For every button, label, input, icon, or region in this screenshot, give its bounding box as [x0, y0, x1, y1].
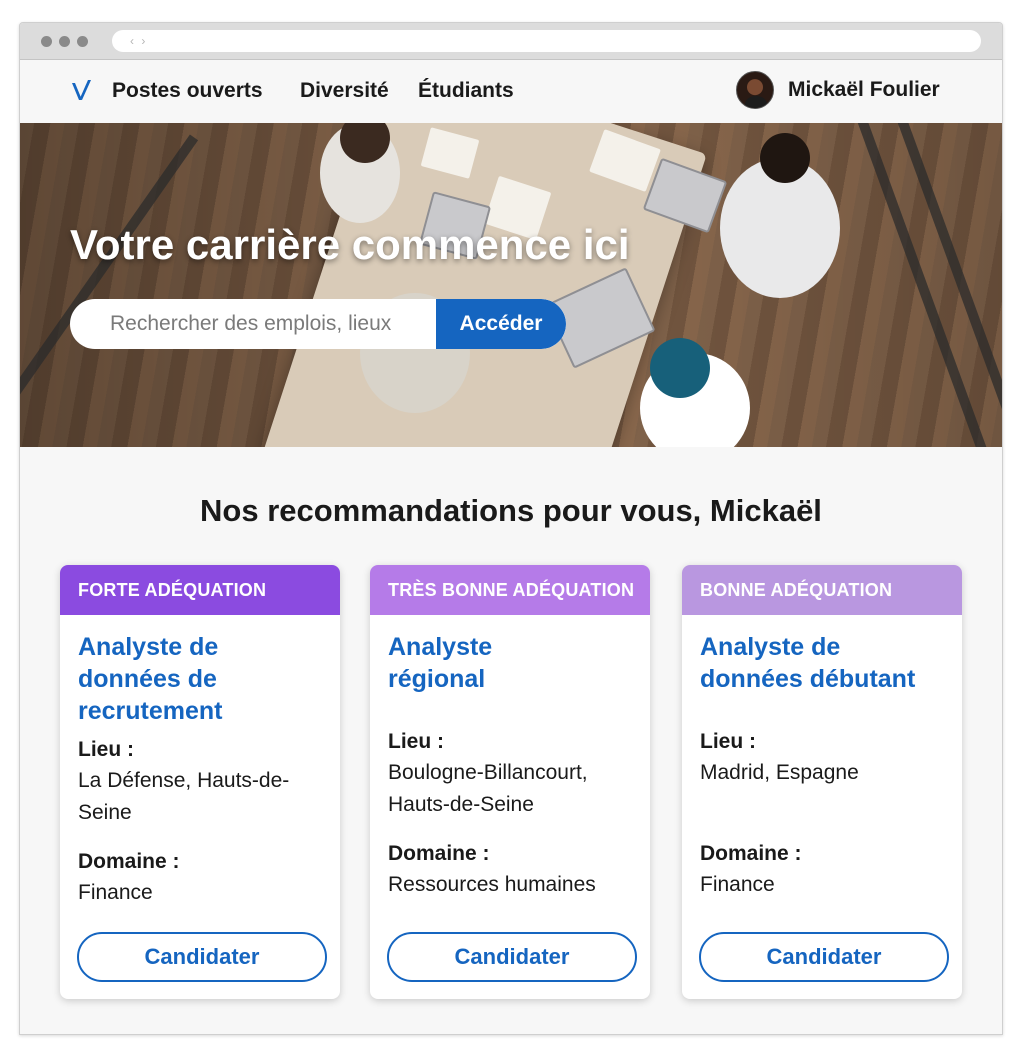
job-title-link[interactable]: Analyste de données de recrutement — [78, 631, 328, 727]
match-badge: TRÈS BONNE ADÉQUATION — [370, 565, 650, 615]
job-domain: Domaine : Finance — [78, 847, 328, 909]
match-badge: BONNE ADÉQUATION — [682, 565, 962, 615]
section-title: Nos recommandations pour vous, Mickaël — [200, 493, 822, 528]
location-value: Boulogne-Billancourt, Hauts-de-Seine — [388, 761, 588, 816]
apply-button[interactable]: Candidater — [699, 932, 949, 982]
hero-photo-person — [760, 133, 810, 183]
window-dot[interactable] — [77, 36, 88, 47]
apply-button[interactable]: Candidater — [387, 932, 637, 982]
top-navigation: Postes ouverts Diversité Étudiants Micka… — [20, 60, 1002, 123]
job-domain: Domaine : Finance — [700, 839, 950, 901]
recommendations-section: Nos recommandations pour vous, Mickaël F… — [20, 447, 1002, 1034]
nav-link-etudiants[interactable]: Étudiants — [418, 79, 514, 103]
location-value: La Défense, Hauts-de-Seine — [78, 769, 290, 824]
domain-label: Domaine : — [78, 850, 180, 873]
domain-value: Finance — [78, 881, 153, 904]
domain-label: Domaine : — [388, 842, 490, 865]
code-icon: ‹ › — [130, 34, 148, 48]
company-logo-icon[interactable] — [69, 78, 95, 104]
job-card: FORTE ADÉQUATION Analyste de données de … — [60, 565, 340, 999]
job-search-input[interactable] — [70, 299, 436, 349]
hero-photo-person — [650, 338, 710, 398]
job-search-bar: Accéder — [70, 299, 566, 349]
match-badge: FORTE ADÉQUATION — [60, 565, 340, 615]
window-dot[interactable] — [59, 36, 70, 47]
hero-photo-rail — [895, 123, 1002, 447]
window-dot[interactable] — [41, 36, 52, 47]
avatar[interactable] — [736, 71, 774, 109]
nav-link-postes-ouverts[interactable]: Postes ouverts — [112, 79, 263, 103]
job-title-link[interactable]: Analyste régional — [388, 631, 558, 695]
job-domain: Domaine : Ressources humaines — [388, 839, 638, 901]
user-menu[interactable]: Mickaël Foulier — [736, 71, 940, 109]
address-bar[interactable]: ‹ › — [112, 30, 981, 52]
window-controls — [41, 36, 88, 47]
job-title-link[interactable]: Analyste de données débutant — [700, 631, 950, 695]
user-name: Mickaël Foulier — [788, 78, 940, 101]
hero-photo-rail — [20, 134, 199, 447]
job-location: Lieu : La Défense, Hauts-de-Seine — [78, 735, 328, 829]
job-card: BONNE ADÉQUATION Analyste de données déb… — [682, 565, 962, 999]
domain-value: Finance — [700, 873, 775, 896]
domain-label: Domaine : — [700, 842, 802, 865]
domain-value: Ressources humaines — [388, 873, 596, 896]
nav-link-diversite[interactable]: Diversité — [300, 79, 389, 103]
location-label: Lieu : — [700, 730, 756, 753]
job-location: Lieu : Boulogne-Billancourt, Hauts-de-Se… — [388, 727, 638, 821]
hero-banner: Votre carrière commence ici Accéder — [20, 123, 1002, 447]
hero-title: Votre carrière commence ici — [70, 221, 630, 268]
job-card: TRÈS BONNE ADÉQUATION Analyste régional … — [370, 565, 650, 999]
job-location: Lieu : Madrid, Espagne — [700, 727, 950, 789]
location-label: Lieu : — [78, 738, 134, 761]
location-label: Lieu : — [388, 730, 444, 753]
search-submit-button[interactable]: Accéder — [436, 299, 566, 349]
location-value: Madrid, Espagne — [700, 761, 859, 784]
browser-chrome: ‹ › — [20, 23, 1002, 60]
apply-button[interactable]: Candidater — [77, 932, 327, 982]
browser-window: ‹ › Postes ouverts Diversité Étudiants M… — [19, 22, 1003, 1035]
